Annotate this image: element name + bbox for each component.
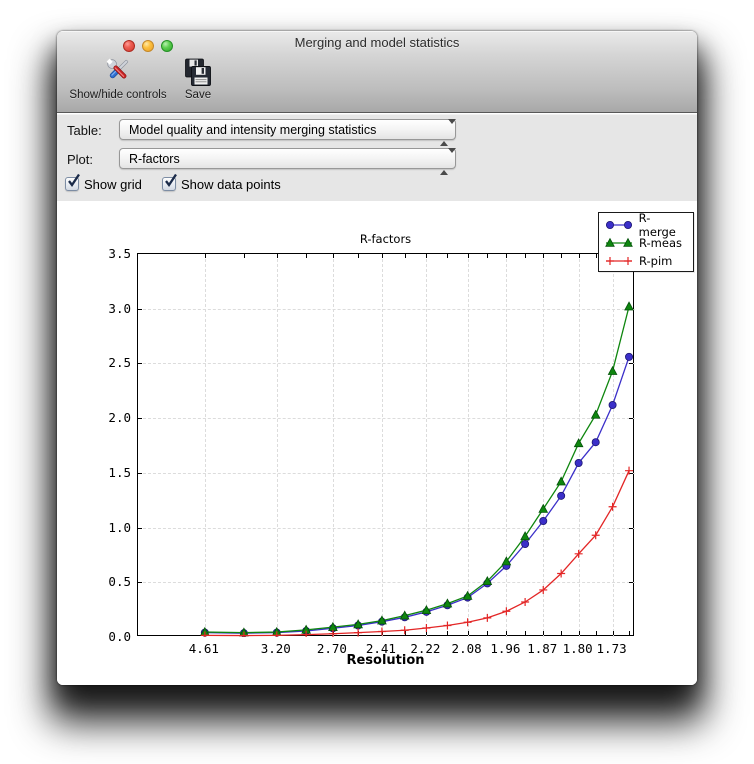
y-tick-label: 3.0 xyxy=(89,301,131,316)
y-tick-label: 0.0 xyxy=(89,629,131,644)
toolbar-item-label: Save xyxy=(175,89,221,101)
y-tick-label: 3.5 xyxy=(89,246,131,261)
plot-figure: R-factors 0.00.51.01.52.02.53.03.54.613.… xyxy=(57,201,697,685)
y-tick-label: 1.5 xyxy=(89,465,131,480)
table-popup-value: Model quality and intensity merging stat… xyxy=(129,123,376,137)
controls-panel: Table: Model quality and intensity mergi… xyxy=(57,114,697,201)
legend-label: R-merge xyxy=(639,211,687,239)
series-line-r-meas xyxy=(205,307,629,633)
table-popup-menu[interactable]: Model quality and intensity merging stat… xyxy=(119,119,456,140)
legend-marker-icon xyxy=(604,236,634,250)
x-axis-title: Resolution xyxy=(137,653,634,668)
save-button[interactable]: Save xyxy=(175,56,221,101)
legend-entry-r-meas: R-meas xyxy=(604,234,687,252)
title-bar[interactable]: Merging and model statistics xyxy=(57,31,697,53)
plot-label: Plot: xyxy=(67,152,93,167)
show-hide-controls-button[interactable]: Show/hide controls xyxy=(63,56,173,101)
show-data-points-checkbox[interactable] xyxy=(162,177,176,191)
plot-title: R-factors xyxy=(137,232,634,246)
window-header: Merging and model statistics xyxy=(57,31,697,113)
window-title: Merging and model statistics xyxy=(57,35,697,50)
plot-legend: R-mergeR-measR-pim xyxy=(598,212,694,272)
legend-entry-r-merge: R-merge xyxy=(604,216,687,234)
popup-arrows-icon xyxy=(440,124,448,137)
legend-label: R-meas xyxy=(639,236,682,250)
plot-popup-menu[interactable]: R-factors xyxy=(119,148,456,169)
series-plot-canvas xyxy=(138,254,635,637)
series-line-r-merge xyxy=(205,357,629,633)
legend-marker-icon xyxy=(604,254,634,268)
toolbar-item-label: Show/hide controls xyxy=(63,89,173,101)
legend-marker-icon xyxy=(604,218,634,232)
table-label: Table: xyxy=(67,123,102,138)
y-tick-label: 2.0 xyxy=(89,410,131,425)
show-grid-checkbox[interactable] xyxy=(65,177,79,191)
checkmark-icon xyxy=(67,174,81,188)
checkmark-icon xyxy=(164,174,178,188)
tools-icon xyxy=(103,56,133,88)
legend-entry-r-pim: R-pim xyxy=(604,252,687,270)
series-line-r-pim xyxy=(205,471,629,636)
save-floppy-icon xyxy=(183,56,213,88)
show-grid-label: Show grid xyxy=(84,177,142,192)
legend-label: R-pim xyxy=(639,254,672,268)
popup-arrows-icon xyxy=(440,153,448,166)
y-tick-label: 1.0 xyxy=(89,520,131,535)
screen-background: Merging and model statistics xyxy=(0,0,754,764)
plot-popup-value: R-factors xyxy=(129,152,180,166)
app-window: Merging and model statistics xyxy=(57,31,697,685)
show-data-points-label: Show data points xyxy=(181,177,281,192)
y-tick-label: 2.5 xyxy=(89,355,131,370)
plot-axes xyxy=(137,253,634,636)
y-tick-label: 0.5 xyxy=(89,574,131,589)
